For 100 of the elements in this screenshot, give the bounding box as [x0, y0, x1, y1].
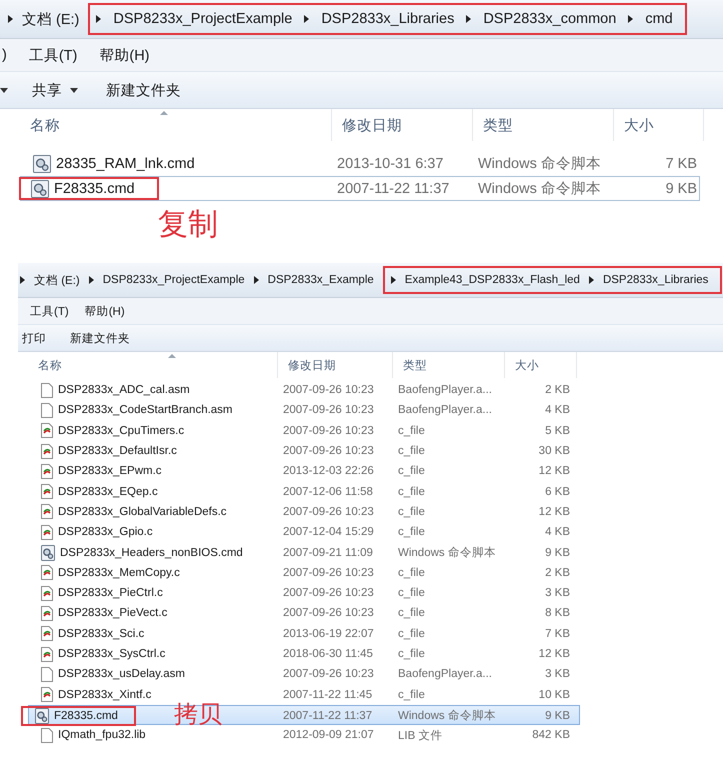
- caret-down-icon: [70, 88, 78, 92]
- file-row[interactable]: DSP2833x_CodeStartBranch.asm 2007-09-26 10:23 BaofengPlayer.a... 4 KB: [28, 400, 580, 421]
- file-name: DSP2833x_PieVect.c: [58, 607, 168, 620]
- column-header[interactable]: 大小: [614, 109, 704, 141]
- file-type: Windows 命令脚本: [397, 708, 497, 724]
- modified-date: 2007-09-26 10:23: [282, 384, 375, 396]
- file-type: BaofengPlayer.a...: [397, 404, 493, 416]
- chevron-right-icon: [390, 276, 396, 284]
- file-row[interactable]: DSP2833x_PieCtrl.c 2007-09-26 10:23 c_file 3 KB: [28, 582, 580, 604]
- modified-date: 2007-09-26 10:23: [282, 404, 375, 416]
- file-type: c_file: [397, 566, 426, 579]
- file-size: 6 KB: [544, 486, 571, 498]
- file-name: DSP2833x_CpuTimers.c: [58, 424, 184, 437]
- breadcrumb-item[interactable]: 文档 (E:): [22, 10, 80, 28]
- file-name: DSP2833x_Headers_nonBIOS.cmd: [60, 546, 243, 559]
- file-type: c_file: [397, 688, 426, 701]
- file-size: 30 KB: [538, 445, 571, 458]
- file-row[interactable]: DSP2833x_PieVect.c 2007-09-26 10:23 c_file 8 KB: [28, 603, 580, 624]
- file-row[interactable]: DSP2833x_EQep.c 2007-12-06 11:58 c_file 6 KB: [28, 481, 580, 502]
- file-type: c_file: [397, 486, 426, 498]
- modified-date: 2013-06-19 22:07: [282, 628, 375, 640]
- document-icon: [41, 728, 53, 743]
- file-row[interactable]: DSP2833x_EPwm.c 2013-12-03 22:26 c_file 12 KB: [28, 461, 580, 482]
- file-row[interactable]: DSP2833x_DefaultIsr.c 2007-09-26 10:23 c_file 30 KB: [28, 440, 580, 462]
- column-header[interactable]: 名称: [20, 109, 332, 141]
- modified-date: 2012-09-09 21:07: [282, 729, 375, 742]
- c-file-icon: [41, 444, 53, 459]
- chevron-right-icon: [466, 15, 472, 23]
- file-name: F28335.cmd: [54, 180, 135, 196]
- menu-item[interactable]: 工具(T): [30, 304, 69, 318]
- menu-item[interactable]: ): [2, 47, 7, 63]
- column-header[interactable]: 名称: [28, 352, 278, 378]
- breadcrumb-item[interactable]: DSP2833x_Example: [268, 274, 374, 286]
- file-type: LIB 文件: [397, 728, 444, 743]
- file-row[interactable]: 28335_RAM_lnk.cmd 2013-10-31 6:37 Windows 命令脚本 7 KB: [20, 151, 700, 176]
- file-row[interactable]: DSP2833x_SysCtrl.c 2018-06-30 11:45 c_file 12 KB: [28, 644, 580, 664]
- c-file-icon: [41, 565, 53, 580]
- annotation-text: 复制: [158, 206, 218, 242]
- menu-item[interactable]: 工具(T): [28, 46, 78, 64]
- breadcrumb-item[interactable]: DSP8233x_ProjectExample: [113, 11, 292, 27]
- toolbar-button[interactable]: 打印: [18, 328, 50, 348]
- file-type: c_file: [397, 424, 426, 437]
- file-name: DSP2833x_CodeStartBranch.asm: [58, 404, 233, 416]
- modified-date: 2007-09-26 10:23: [282, 587, 375, 600]
- file-name: DSP2833x_ADC_cal.asm: [58, 384, 190, 396]
- toolbar-button[interactable]: 共享: [28, 78, 82, 102]
- modified-date: 2007-09-26 10:23: [282, 607, 375, 620]
- column-header[interactable]: 类型: [473, 109, 614, 141]
- toolbar-button[interactable]: 新建文件夹: [66, 328, 134, 348]
- breadcrumb-item[interactable]: 文档 (E:): [34, 272, 80, 288]
- menu-item[interactable]: 帮助(H): [99, 46, 150, 64]
- breadcrumb-item[interactable]: DSP2833x_common: [483, 11, 616, 27]
- column-header[interactable]: 大小: [505, 352, 577, 378]
- file-size: 12 KB: [538, 465, 571, 478]
- breadcrumb-item[interactable]: DSP2833x_Libraries: [321, 11, 454, 27]
- column-header[interactable]: 类型: [393, 352, 505, 378]
- file-row[interactable]: DSP2833x_GlobalVariableDefs.c 2007-09-26 10:23 c_file 12 KB: [28, 502, 580, 522]
- chevron-right-icon: [588, 276, 594, 284]
- file-row[interactable]: DSP2833x_CpuTimers.c 2007-09-26 10:23 c_file 5 KB: [28, 420, 580, 441]
- file-row[interactable]: DSP2833x_usDelay.asm 2007-09-26 10:23 BaofengPlayer.a... 3 KB: [28, 664, 580, 684]
- modified-date: 2007-11-22 11:37: [282, 710, 374, 722]
- modified-date: 2007-12-06 11:58: [282, 486, 374, 498]
- toolbar-button[interactable]: 新建文件夹: [102, 78, 185, 102]
- file-type: c_file: [397, 587, 426, 600]
- file-row[interactable]: DSP2833x_Headers_nonBIOS.cmd 2007-09-21 11:09 Windows 命令脚本 9 KB: [28, 542, 580, 563]
- chevron-right-icon: [254, 276, 259, 284]
- modified-date: 2007-11-22 11:37: [336, 180, 450, 196]
- file-size: 9 KB: [664, 180, 698, 196]
- file-name: DSP2833x_Xintf.c: [58, 688, 152, 701]
- modified-date: 2018-06-30 11:45: [282, 648, 374, 660]
- file-row[interactable]: DSP2833x_Gpio.c 2007-12-04 15:29 c_file 4 KB: [28, 522, 580, 542]
- file-row[interactable]: F28335.cmd 2007-11-22 11:37 Windows 命令脚本 9 KB: [20, 176, 700, 201]
- gear-document-icon: [35, 708, 49, 724]
- breadcrumb-item[interactable]: DSP8233x_ProjectExample: [102, 274, 245, 286]
- file-size: 8 KB: [544, 607, 571, 620]
- breadcrumb-item[interactable]: cmd: [645, 11, 673, 27]
- file-name: DSP2833x_EPwm.c: [58, 465, 162, 478]
- breadcrumb-item[interactable]: Example43_DSP2833x_Flash_led: [404, 274, 580, 286]
- file-row[interactable]: DSP2833x_MemCopy.c 2007-09-26 10:23 c_file 2 KB: [28, 562, 580, 583]
- file-type: c_file: [397, 526, 426, 538]
- file-name: DSP2833x_DefaultIsr.c: [58, 445, 177, 458]
- modified-date: 2013-10-31 6:37: [336, 156, 444, 172]
- file-row[interactable]: DSP2833x_Sci.c 2013-06-19 22:07 c_file 7 KB: [28, 624, 580, 644]
- file-size: 842 KB: [531, 729, 571, 742]
- file-size: 3 KB: [544, 668, 571, 680]
- file-name: DSP2833x_PieCtrl.c: [58, 587, 163, 600]
- c-file-icon: [41, 504, 53, 520]
- chevron-right-icon: [628, 15, 634, 23]
- chevron-right-icon: [88, 276, 94, 284]
- breadcrumb-item[interactable]: DSP2833x_Libraries: [602, 274, 708, 286]
- file-name: 28335_RAM_lnk.cmd: [56, 156, 195, 172]
- file-name: DSP2833x_EQep.c: [58, 486, 158, 498]
- c-file-icon: [41, 586, 53, 601]
- menu-item[interactable]: 帮助(H): [84, 304, 125, 318]
- chevron-right-icon: [96, 15, 102, 23]
- column-header[interactable]: 修改日期: [332, 109, 473, 141]
- modified-date: 2007-09-26 10:23: [282, 566, 375, 579]
- column-header[interactable]: 修改日期: [278, 352, 393, 378]
- file-row[interactable]: DSP2833x_ADC_cal.asm 2007-09-26 10:23 BaofengPlayer.a... 2 KB: [28, 380, 580, 400]
- gear-document-icon: [33, 154, 51, 172]
